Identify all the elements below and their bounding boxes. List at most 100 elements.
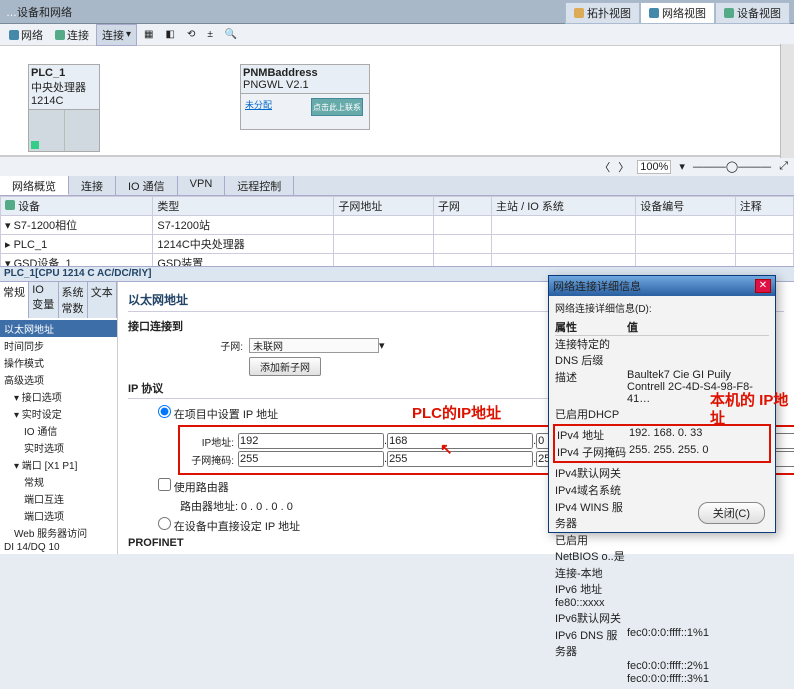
tb-icon-1[interactable]: ▦ xyxy=(139,27,158,42)
tree-webserver[interactable]: Web 服务器访问 xyxy=(0,524,117,541)
col-subnet[interactable]: 子网 xyxy=(433,197,491,216)
subnet-field[interactable] xyxy=(249,338,379,353)
val-ipv4-mask: 255. 255. 255. 0 xyxy=(629,444,767,460)
tree-rt-set[interactable]: ▾ 实时设定 xyxy=(0,405,117,422)
tree-if-opts[interactable]: ▾ 接口选项 xyxy=(0,388,117,405)
tree-io-comm[interactable]: IO 通信 xyxy=(0,422,117,439)
nav-next[interactable]: 〉 xyxy=(618,159,629,175)
sidetab-iovar[interactable]: IO 变量 xyxy=(29,282,58,318)
tab-io-comm[interactable]: IO 通信 xyxy=(116,176,178,195)
prop-dns-suffix: 连接特定的 DNS 后缀 xyxy=(555,336,627,368)
tree-port-opts[interactable]: 端口选项 xyxy=(0,507,117,524)
device-plc1[interactable]: PLC_1 中央处理器1214C xyxy=(28,64,100,152)
tree-port-interconnect[interactable]: 端口互连 xyxy=(0,490,117,507)
col-subaddr[interactable]: 子网地址 xyxy=(334,197,433,216)
tb-connect1[interactable]: 连接 xyxy=(50,25,94,45)
properties-tree[interactable]: 以太网地址 时间同步 操作模式 高级选项 ▾ 接口选项 ▾ 实时设定 IO 通信… xyxy=(0,318,117,554)
radio-set-in-device-label: 在设备中直接设定 IP 地址 xyxy=(174,521,300,533)
col-devno[interactable]: 设备编号 xyxy=(636,197,735,216)
port-icon[interactable] xyxy=(31,141,39,149)
device-pnmb[interactable]: PNMBaddressPNGWL V2.1 未分配 点击此上联系 xyxy=(240,64,370,130)
tree-time-sync[interactable]: 时间同步 xyxy=(0,337,117,354)
tab-device[interactable]: 设备视图 xyxy=(715,2,790,24)
val-ipv4-dns xyxy=(627,482,769,498)
tb-icon-5[interactable]: 🔍 xyxy=(220,27,242,42)
sidetab-general[interactable]: 常规 xyxy=(0,282,29,318)
mask-oct1[interactable] xyxy=(238,451,384,467)
prop-ipv6-dns: IPv6 DNS 服务器 xyxy=(555,627,627,659)
network-canvas[interactable]: PLC_1 中央处理器1214C PNMBaddressPNGWL V2.1 未分… xyxy=(0,46,794,156)
tree-port-general[interactable]: 常规 xyxy=(0,473,117,490)
tree-op-mode[interactable]: 操作模式 xyxy=(0,354,117,371)
tab-vpn[interactable]: VPN xyxy=(178,176,226,195)
tree-di14dq10[interactable]: DI 14/DQ 10 xyxy=(0,541,117,554)
dev2-name: PNMBaddress xyxy=(243,67,318,79)
prop-ipv4-gw: IPv4默认网关 xyxy=(555,465,627,481)
tb-icon-4[interactable]: ± xyxy=(202,27,218,42)
sidetab-text[interactable]: 文本 xyxy=(88,282,117,318)
col-comment[interactable]: 注释 xyxy=(735,197,793,216)
dev2-unassigned-link[interactable]: 未分配 xyxy=(245,100,272,110)
router-checkbox[interactable] xyxy=(158,478,171,491)
tb-network[interactable]: 网络 xyxy=(4,25,48,45)
sidetab-sysconst[interactable]: 系统常数 xyxy=(59,282,88,318)
maximize-icon[interactable]: ⤢ xyxy=(779,160,788,173)
mid-tabset: 网络概览 连接 IO 通信 VPN 远程控制 xyxy=(0,176,794,196)
table-row[interactable]: ▸ PLC_11214C中央处理器 xyxy=(1,235,794,254)
canvas-scroll-v[interactable] xyxy=(780,44,794,158)
annotation-plc-ip: PLC的IP地址 xyxy=(412,402,501,423)
dev1-desc: 中央处理器1214C xyxy=(31,82,86,107)
tb-icon-3[interactable]: ⟲ xyxy=(182,27,200,42)
col-master[interactable]: 主站 / IO 系统 xyxy=(492,197,636,216)
prop-netbios: 已启用NetBIOS o..是 xyxy=(555,532,627,564)
subnet-dropdown-icon[interactable]: ▾ xyxy=(379,339,385,352)
tree-adv-opts[interactable]: 高级选项 xyxy=(0,371,117,388)
device-icon xyxy=(724,8,734,18)
device-grid[interactable]: 设备 类型 子网地址 子网 主站 / IO 系统 设备编号 注释 ▾ S7-12… xyxy=(0,196,794,266)
tab-topology[interactable]: 拓扑视图 xyxy=(565,2,640,24)
prop-ipv6-local: 连接-本地 IPv6 地址 fe80::xxxx xyxy=(555,565,627,609)
dialog-close-button[interactable]: 关闭(C) xyxy=(698,502,765,524)
properties-sidebar: 常规 IO 变量 系统常数 文本 以太网地址 时间同步 操作模式 高级选项 ▾ … xyxy=(0,282,118,554)
add-subnet-button[interactable]: 添加新子网 xyxy=(249,357,321,376)
section-interface-connect: 接口连接到 xyxy=(128,321,183,333)
view-tab-group: 拓扑视图 网络视图 设备视图 xyxy=(565,2,790,24)
zoom-dropdown-icon[interactable]: ▾ xyxy=(679,160,685,173)
prop-empty1 xyxy=(555,660,627,672)
table-row[interactable]: ▾ S7-1200相位S7-1200站 xyxy=(1,216,794,235)
tree-ethernet-addr[interactable]: 以太网地址 xyxy=(0,320,117,337)
tree-port-x1p1[interactable]: ▾ 端口 [X1 P1] xyxy=(0,456,117,473)
tab-net-overview[interactable]: 网络概览 xyxy=(0,176,69,195)
ip-oct2[interactable] xyxy=(387,433,533,449)
prop-empty2 xyxy=(555,673,627,685)
table-row[interactable]: ▾ GSD设备_1GSD装置 xyxy=(1,254,794,267)
tab-network[interactable]: 网络视图 xyxy=(640,2,715,24)
tab-connections[interactable]: 连接 xyxy=(69,176,116,195)
radio-set-in-project[interactable] xyxy=(158,405,171,418)
network-icon xyxy=(649,8,659,18)
prop-ipv4-wins: IPv4 WINS 服务器 xyxy=(555,499,627,531)
dialog-close-icon[interactable]: ✕ xyxy=(755,279,771,293)
radio-set-in-device[interactable] xyxy=(158,517,171,530)
router-checkbox-label: 使用路由器 xyxy=(174,482,229,494)
prop-ipv4-mask: IPv4 子网掩码 xyxy=(557,444,629,460)
col-type[interactable]: 类型 xyxy=(153,197,334,216)
tree-rt-opts[interactable]: 实时选项 xyxy=(0,439,117,456)
col-device[interactable]: 设备 xyxy=(1,197,153,216)
dev2-label-box[interactable]: 点击此上联系 xyxy=(311,98,363,116)
tb-connect-dropdown[interactable]: 连接 ▾ xyxy=(96,24,137,46)
router-addr-value: 0 . 0 . 0 . 0 xyxy=(241,501,293,513)
dialog-title: 网络连接详细信息 xyxy=(553,278,641,294)
nav-prev[interactable]: 〈 xyxy=(599,159,610,175)
router-addr-label: 路由器地址: xyxy=(180,501,238,513)
ip-oct1[interactable] xyxy=(238,433,384,449)
val-ipv6-dns3: fec0:0:0:ffff::3%1 xyxy=(627,673,769,685)
tb-icon-2[interactable]: ◧ xyxy=(160,27,179,42)
tab-remote[interactable]: 远程控制 xyxy=(225,176,294,195)
val-netbios xyxy=(627,532,769,564)
zoom-field[interactable]: 100% xyxy=(637,160,671,174)
mask-oct2[interactable] xyxy=(387,451,533,467)
section-ip-protocol: IP 协议 xyxy=(128,383,163,395)
section-profinet: PROFINET xyxy=(128,537,184,549)
dev1-name: PLC_1 xyxy=(31,67,65,79)
